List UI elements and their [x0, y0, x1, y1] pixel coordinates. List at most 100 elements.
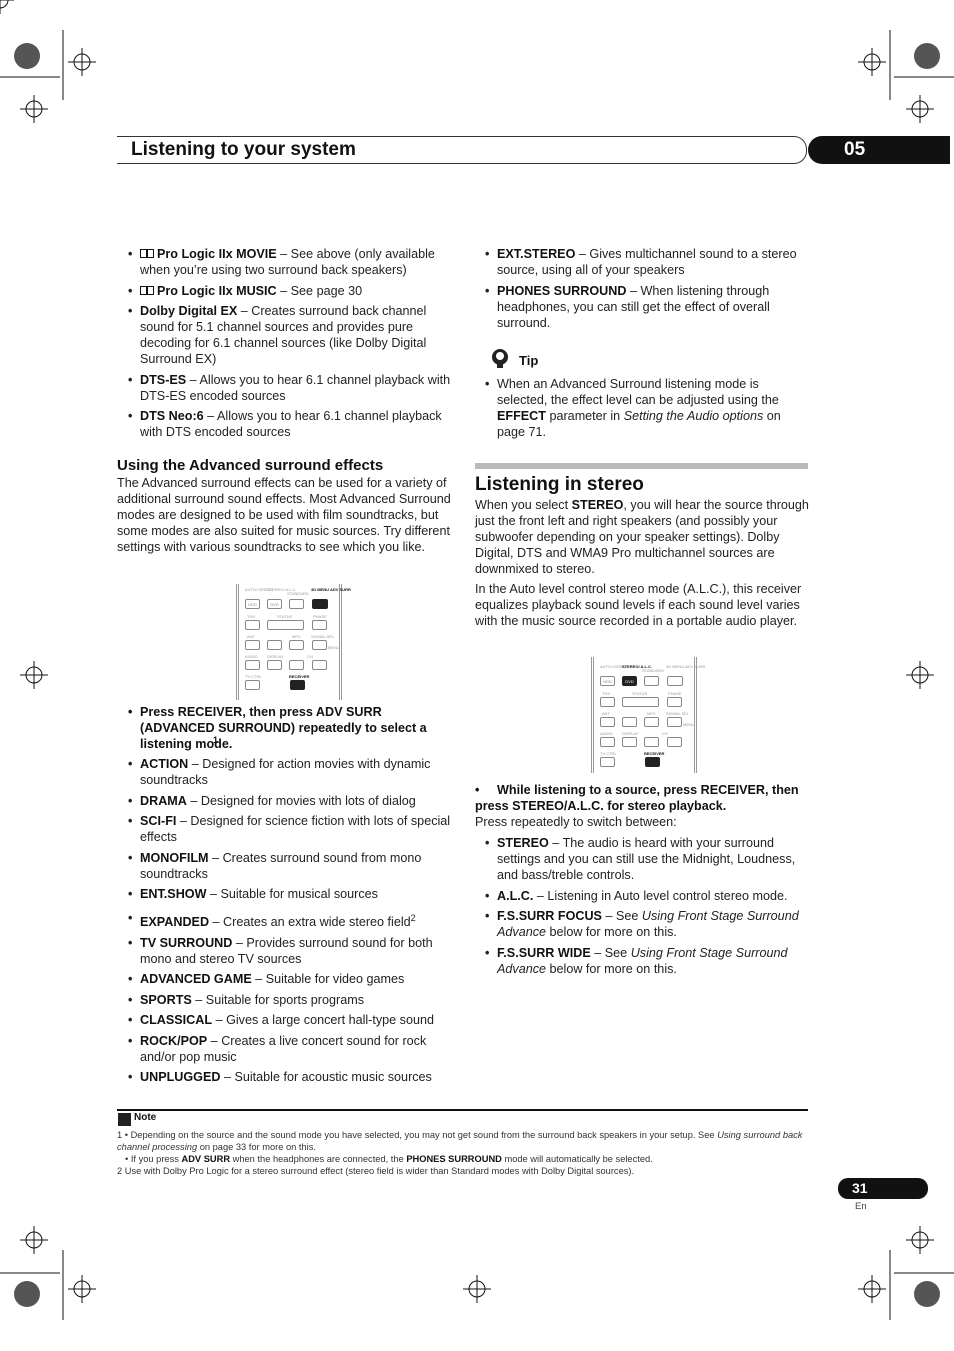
text-span [19, 660, 49, 690]
text-span: • While listening to a source, press RECE… [475, 782, 811, 814]
remote-label [667, 737, 682, 747]
text-span [67, 1274, 97, 1304]
remote-label: STANDARD [287, 591, 309, 596]
remote-label: TV CTRL [245, 674, 262, 679]
remote-label [667, 717, 682, 727]
list-item: DTS-ES – Allows you to hear 6.1 channel … [117, 372, 453, 404]
remote-label: SIGNAL SEL [666, 711, 690, 716]
text-span: below for more on this. [546, 925, 677, 939]
remote-label: 3D MENU ADV SURR [666, 664, 706, 669]
text-span: ENT.SHOW [140, 887, 207, 901]
text-span: – Designed for movies with lots of dialo… [186, 793, 416, 808]
text-span [857, 1274, 887, 1304]
list-item: F.S.SURR WIDE – See Using Front Stage Su… [474, 945, 810, 977]
text-span [914, 43, 940, 69]
text-span [0, 0, 14, 14]
instruction-step: • Press RECEIVER, then press ADV SURR (A… [117, 704, 437, 752]
list-item: PHONES SURROUND – When listening through… [474, 283, 810, 331]
list-item: Pro Logic IIx MUSIC – See page 30 [117, 283, 453, 299]
remote-label: RECEIVER [289, 674, 310, 679]
remote-label [289, 660, 304, 670]
text-span: • If you press [125, 1154, 182, 1164]
list-item: EXPANDED – Creates an extra wide stereo … [117, 910, 453, 930]
remote-label: TV CTRL [600, 751, 617, 756]
text-span: SCI-FI [140, 814, 177, 828]
remote-label: HDD [245, 599, 260, 609]
remote-label [245, 620, 260, 630]
text-span: 2 [410, 913, 416, 923]
remote-label [600, 717, 615, 727]
list-item: A.L.C. – Listening in Auto level control… [474, 888, 810, 904]
text-span: STEREO [571, 498, 624, 512]
text-span [67, 47, 97, 77]
remote-label: ANT [602, 711, 610, 716]
chapter-number: 05 [844, 139, 866, 160]
list-item: UNPLUGGED – Suitable for acoustic music … [117, 1069, 453, 1085]
list-item: DTS Neo:6 – Allows you to hear 6.1 chann… [117, 408, 453, 440]
list-item: MONOFILM – Creates surround sound from m… [117, 850, 453, 882]
manual-page: Listening to your system 05 Pro Logic II… [0, 0, 954, 1351]
listening-mode-list-continued: EXT.STEREO – Gives multichannel sound to… [474, 246, 810, 335]
remote-label: DISPLAY [622, 731, 639, 736]
section-heading: Listening in stereo [475, 474, 644, 495]
text-span: Press RECEIVER, then press ADV SURR (ADV… [140, 705, 427, 751]
listening-mode-list: Pro Logic IIx MOVIE – See above (only av… [117, 246, 453, 445]
paragraph: The Advanced surround effects can be use… [117, 476, 451, 554]
remote-label [667, 676, 683, 686]
remote-label: MPX [647, 711, 656, 716]
remote-label [644, 676, 659, 686]
text-span: DTS-ES [140, 372, 187, 387]
tip-list: When an Advanced Surround listening mode… [474, 376, 810, 445]
page-number: 31 [852, 1180, 868, 1196]
text-span: parameter in [545, 409, 624, 423]
text-span: ACTION [140, 757, 189, 771]
text-span: F.S.SURR WIDE [497, 945, 591, 960]
text-span [905, 1225, 935, 1255]
text-span [905, 660, 935, 690]
paragraph: When you select STEREO, you will hear th… [475, 497, 811, 577]
adv-surr-button [312, 599, 328, 609]
remote-label [644, 737, 659, 747]
remote-label [600, 757, 615, 767]
list-item: F.S.SURR FOCUS – See Using Front Stage S… [474, 908, 810, 940]
remote-label [667, 697, 682, 707]
remote-label [267, 620, 304, 630]
text-span: MONOFILM [140, 850, 209, 865]
remote-label: PHASE [668, 691, 682, 696]
text-span: – Suitable for video games [251, 972, 405, 987]
language-label: En [855, 1201, 867, 1212]
text-span: – See [601, 909, 642, 923]
text-span: While listening to a source, press RECEI… [475, 783, 799, 813]
remote-label [312, 640, 327, 650]
list-item: DRAMA – Designed for movies with lots of… [117, 793, 453, 809]
remote-label [622, 697, 659, 707]
remote-label [245, 660, 260, 670]
text-span: EXT.STEREO [497, 247, 576, 261]
chapter-tab: 05 [808, 136, 950, 164]
remote-label: STATUS [277, 614, 293, 619]
remote-label [245, 680, 260, 690]
footnote-1b: • If you press ADV SURR when the headpho… [117, 1153, 808, 1165]
text-span: PHONES SURROUND [497, 283, 627, 298]
text-span: – Gives a large concert hall-type sound [212, 1013, 434, 1028]
text-span: 1 [213, 735, 219, 745]
section-header: Listening to your system [117, 136, 807, 164]
text-span [462, 1274, 492, 1304]
remote-label: PHASE [313, 614, 327, 619]
text-span: mode will automatically be selected. [501, 1154, 653, 1164]
text-span: below for more on this. [546, 961, 677, 976]
remote-label: MENU [328, 645, 340, 650]
text-span: CLASSICAL [140, 1013, 213, 1028]
remote-label: DISPLAY [267, 654, 284, 659]
list-item: Pro Logic IIx MOVIE – See above (only av… [117, 246, 453, 278]
text-span: – See [590, 945, 631, 960]
text-span [914, 1281, 940, 1307]
remote-label [289, 640, 304, 650]
text-span: Pro Logic IIx MUSIC [157, 283, 277, 298]
stereo-alc-button: DVD [622, 676, 637, 686]
remote-label [267, 660, 282, 670]
page-number-badge: 31 [838, 1178, 928, 1199]
text-span [857, 47, 887, 77]
footnote-2: 2 Use with Dolby Pro Logic for a stereo … [117, 1166, 635, 1176]
receiver-button [290, 680, 305, 690]
